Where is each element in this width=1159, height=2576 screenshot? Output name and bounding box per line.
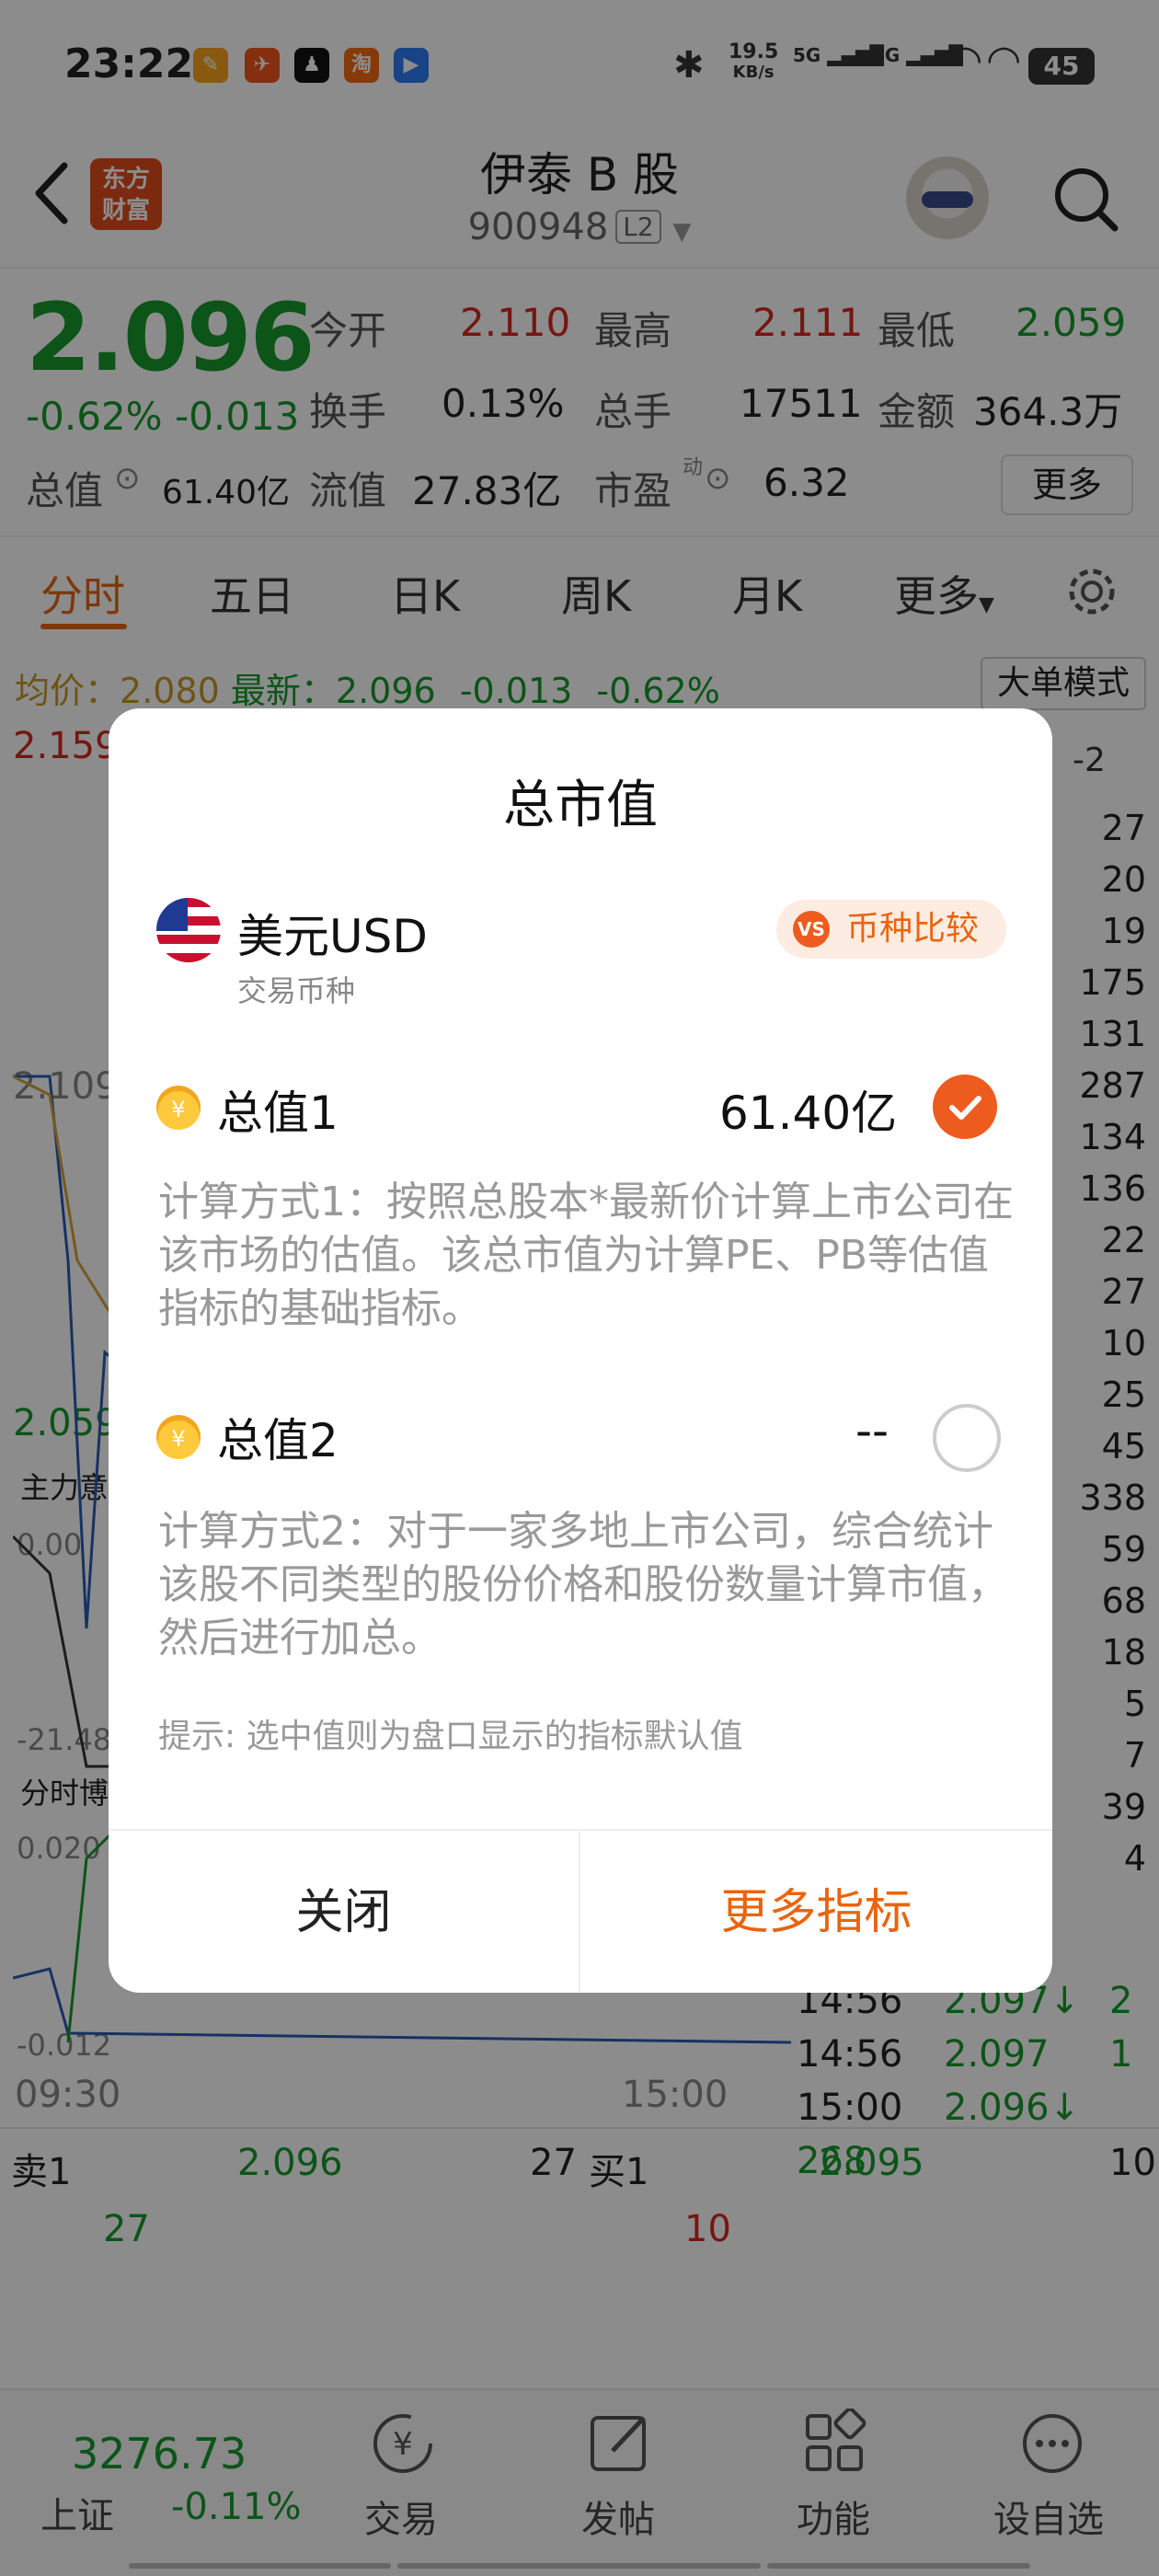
vs-icon: VS bbox=[793, 911, 830, 948]
currency-name: 美元USD bbox=[237, 910, 428, 963]
dialog-tip: 提示: 选中值则为盘口显示的指标默认值 bbox=[158, 1718, 743, 1755]
us-flag-icon bbox=[156, 898, 221, 962]
currency-compare-button[interactable]: VS 币种比较 bbox=[776, 900, 1006, 959]
option2-value[interactable]: -- bbox=[855, 1404, 889, 1457]
option2-label[interactable]: 总值2 bbox=[217, 1404, 339, 1470]
close-button[interactable]: 关闭 bbox=[109, 1831, 580, 1993]
checkmark-icon bbox=[949, 1096, 981, 1120]
more-indicators-button[interactable]: 更多指标 bbox=[580, 1831, 1052, 1993]
option1-description: 计算方式1：按照总股本*最新价计算上市公司在该市场的估值。该总市值为计算PE、P… bbox=[158, 1179, 1014, 1332]
dialog-title: 总市值 bbox=[503, 776, 658, 835]
option1-check-radio[interactable] bbox=[933, 1075, 997, 1139]
market-cap-dialog: 总市值 美元USD 交易币种 VS 币种比较 ¥ 总值1 61.40亿 计算方式… bbox=[109, 708, 1052, 1993]
coin-icon: ¥ bbox=[156, 1415, 201, 1459]
flag-canton bbox=[156, 898, 188, 931]
coin-icon: ¥ bbox=[156, 1086, 201, 1130]
dialog-button-bar: 关闭 更多指标 bbox=[109, 1829, 1052, 1993]
option2-description: 计算方式2：对于一家多地上市公司，综合统计该股不同类型的股份价格和股份数量计算市… bbox=[158, 1508, 1008, 1662]
option1-value[interactable]: 61.40亿 bbox=[719, 1076, 897, 1143]
option2-radio[interactable] bbox=[933, 1404, 1001, 1472]
option1-label[interactable]: 总值1 bbox=[217, 1076, 339, 1143]
compare-label: 币种比较 bbox=[846, 910, 980, 948]
currency-sub: 交易币种 bbox=[237, 973, 356, 1008]
